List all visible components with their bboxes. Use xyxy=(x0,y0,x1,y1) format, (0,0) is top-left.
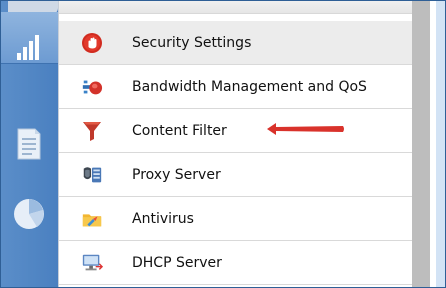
menu-item-label: DHCP Server xyxy=(132,255,222,271)
bandwidth-qos-icon xyxy=(81,76,103,98)
menu-item-content-filter[interactable]: Content Filter xyxy=(59,109,413,153)
pie-chart-icon[interactable] xyxy=(0,188,58,240)
menu-item-security-settings[interactable]: Security Settings xyxy=(59,21,413,65)
hand-stop-icon xyxy=(81,32,103,54)
menu-item-antivirus[interactable]: Antivirus xyxy=(59,197,413,241)
antivirus-folder-icon xyxy=(81,208,103,230)
proxy-server-icon xyxy=(81,164,103,186)
menu-item-label: Security Settings xyxy=(132,35,252,51)
menu-item-label: Proxy Server xyxy=(132,167,221,183)
menu-item-proxy-server[interactable]: Proxy Server xyxy=(59,153,413,197)
menu-item-bandwidth-qos[interactable]: Bandwidth Management and QoS xyxy=(59,65,413,109)
dhcp-server-icon xyxy=(81,252,103,274)
settings-menu: Security Settings Bandwidth Management a… xyxy=(58,0,413,288)
menu-item-label: Bandwidth Management and QoS xyxy=(132,79,367,95)
menu-item-label: Antivirus xyxy=(132,211,194,227)
red-arrow-pointer-icon xyxy=(267,123,344,135)
menu-item-label: Content Filter xyxy=(132,123,227,139)
content-area xyxy=(436,0,446,288)
menu-scrollbar[interactable] xyxy=(412,0,430,288)
app-frame: Security Settings Bandwidth Management a… xyxy=(0,0,446,288)
document-icon[interactable] xyxy=(0,118,58,170)
menu-item-dhcp-server[interactable]: DHCP Server xyxy=(59,241,413,285)
signal-bars-icon[interactable] xyxy=(0,22,58,74)
menu-top-bar xyxy=(59,0,413,14)
icon-rail xyxy=(0,0,58,288)
funnel-filter-icon xyxy=(81,120,103,142)
